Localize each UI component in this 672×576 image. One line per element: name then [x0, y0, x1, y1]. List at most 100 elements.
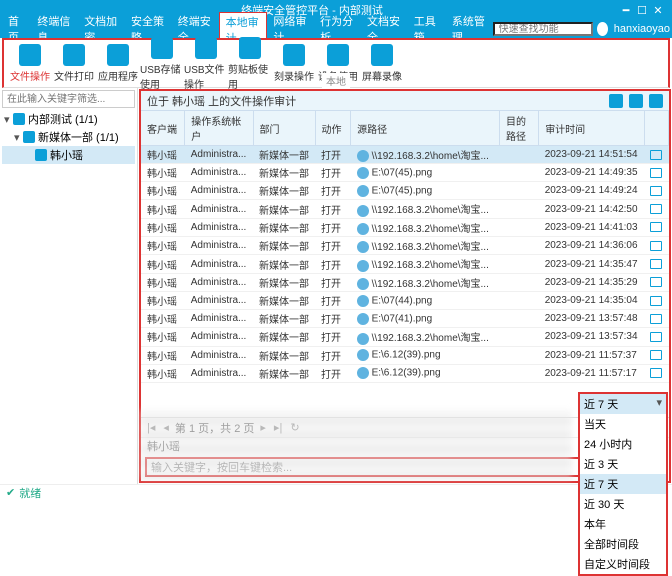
ribbon-USB存储使用[interactable]: USB存储使用: [140, 37, 184, 91]
blurred-content: [140, 410, 572, 480]
monitor-icon[interactable]: [650, 259, 662, 269]
check-icon: ✔: [6, 486, 15, 499]
ribbon-icon: [195, 37, 217, 59]
ribbon-icon: [283, 44, 305, 66]
col-header[interactable]: 客户端: [141, 111, 185, 146]
maximize-button[interactable]: ☐: [634, 4, 650, 17]
monitor-icon[interactable]: [650, 332, 662, 342]
monitor-icon[interactable]: [650, 296, 662, 306]
monitor-icon[interactable]: [650, 204, 662, 214]
tree-node[interactable]: ▾内部测试 (1/1): [2, 110, 135, 128]
table-row[interactable]: 韩小瑶Administra...新媒体一部打开\\192.168.3.2\hom…: [141, 218, 669, 236]
dropdown-item[interactable]: 近 3 天: [580, 454, 666, 474]
quick-search-input[interactable]: [493, 22, 593, 36]
ribbon-icon: [327, 44, 349, 66]
file-icon: [357, 185, 369, 197]
file-icon: [357, 295, 369, 307]
col-header[interactable]: 目的路径: [500, 111, 539, 146]
col-header[interactable]: 部门: [253, 111, 315, 146]
ribbon-应用程序[interactable]: 应用程序: [96, 44, 140, 83]
time-range-dropdown[interactable]: 近 7 天 ▾ 当天24 小时内近 3 天近 7 天近 30 天本年全部时间段自…: [578, 392, 668, 576]
monitor-icon[interactable]: [650, 241, 662, 251]
ribbon-icon: [19, 44, 41, 66]
dropdown-item[interactable]: 24 小时内: [580, 434, 666, 454]
export-icon[interactable]: [649, 94, 663, 108]
ribbon-文件打印[interactable]: 文件打印: [52, 44, 96, 83]
col-header[interactable]: [644, 111, 668, 146]
monitor-icon[interactable]: [650, 150, 662, 160]
dropdown-item[interactable]: 全部时间段: [580, 534, 666, 554]
node-icon: [35, 149, 47, 161]
refresh-icon[interactable]: [629, 94, 643, 108]
avatar[interactable]: [597, 22, 608, 36]
file-icon: [357, 349, 369, 361]
dropdown-header[interactable]: 近 7 天 ▾: [580, 394, 666, 414]
ribbon-icon: [239, 37, 261, 59]
ribbon-icon: [107, 44, 129, 66]
tree-node[interactable]: ▾新媒体一部 (1/1): [2, 128, 135, 146]
col-header[interactable]: 审计时间: [539, 111, 645, 146]
col-header[interactable]: 源路径: [351, 111, 500, 146]
monitor-icon[interactable]: [650, 350, 662, 360]
table-row[interactable]: 韩小瑶Administra...新媒体一部打开\\192.168.3.2\hom…: [141, 237, 669, 255]
file-icon: [357, 223, 369, 235]
table-row[interactable]: 韩小瑶Administra...新媒体一部打开\\192.168.3.2\hom…: [141, 273, 669, 291]
tree-node[interactable]: 韩小瑶: [2, 146, 135, 164]
file-icon: [357, 150, 369, 162]
table-row[interactable]: 韩小瑶Administra...新媒体一部打开E:\07(44).png2023…: [141, 292, 669, 310]
file-icon: [357, 167, 369, 179]
expand-icon[interactable]: ▾: [14, 131, 23, 144]
monitor-icon[interactable]: [650, 186, 662, 196]
ribbon-section-label: 本地: [322, 73, 350, 88]
table-row[interactable]: 韩小瑶Administra...新媒体一部打开E:\07(41).png2023…: [141, 310, 669, 328]
expand-icon[interactable]: ▾: [4, 113, 13, 126]
table-row[interactable]: 韩小瑶Administra...新媒体一部打开\\192.168.3.2\hom…: [141, 146, 669, 164]
node-icon: [23, 131, 35, 143]
table-row[interactable]: 韩小瑶Administra...新媒体一部打开\\192.168.3.2\hom…: [141, 255, 669, 273]
monitor-icon[interactable]: [650, 222, 662, 232]
grid-body: 韩小瑶Administra...新媒体一部打开\\192.168.3.2\hom…: [141, 146, 669, 383]
close-button[interactable]: ✕: [650, 4, 666, 17]
status-bar: ✔ 就绪: [0, 484, 672, 500]
file-icon: [357, 241, 369, 253]
dropdown-list: 当天24 小时内近 3 天近 7 天近 30 天本年全部时间段自定义时间段: [580, 414, 666, 574]
ribbon-USB文件操作[interactable]: USB文件操作: [184, 37, 228, 91]
table-row[interactable]: 韩小瑶Administra...新媒体一部打开\\192.168.3.2\hom…: [141, 200, 669, 218]
ribbon-刻录操作[interactable]: 刻录操作: [272, 44, 316, 83]
table-row[interactable]: 韩小瑶Administra...新媒体一部打开E:\6.12(39).png20…: [141, 346, 669, 364]
ribbon-剪贴板使用[interactable]: 剪贴板使用: [228, 37, 272, 91]
monitor-icon[interactable]: [650, 314, 662, 324]
grid-header: 客户端操作系统帐户部门动作源路径目的路径审计时间: [141, 111, 669, 146]
menu-bar: 首页终端信息文档加密安全策略终端安全本地审计网络审计行为分析文档安全工具箱系统管…: [0, 20, 672, 38]
table-row[interactable]: 韩小瑶Administra...新媒体一部打开E:\07(45).png2023…: [141, 182, 669, 200]
minimize-button[interactable]: ━: [618, 4, 634, 17]
file-icon: [357, 278, 369, 290]
dropdown-item[interactable]: 当天: [580, 414, 666, 434]
ribbon-icon: [63, 44, 85, 66]
monitor-icon[interactable]: [650, 277, 662, 287]
dropdown-item[interactable]: 本年: [580, 514, 666, 534]
node-icon: [13, 113, 25, 125]
org-tree: ▾内部测试 (1/1)▾新媒体一部 (1/1)韩小瑶: [2, 108, 135, 166]
ribbon-文件操作[interactable]: 文件操作: [8, 44, 52, 83]
audit-grid: 客户端操作系统帐户部门动作源路径目的路径审计时间韩小瑶Administra...…: [141, 111, 669, 417]
monitor-icon[interactable]: [650, 368, 662, 378]
username: hanxiaoyao: [614, 23, 670, 35]
copy-icon[interactable]: [609, 94, 623, 108]
dropdown-item[interactable]: 近 30 天: [580, 494, 666, 514]
table-row[interactable]: 韩小瑶Administra...新媒体一部打开E:\07(45).png2023…: [141, 164, 669, 182]
dropdown-item[interactable]: 自定义时间段: [580, 554, 666, 574]
table-row[interactable]: 韩小瑶Administra...新媒体一部打开E:\6.12(39).png20…: [141, 364, 669, 382]
col-header[interactable]: 动作: [315, 111, 351, 146]
monitor-icon[interactable]: [650, 168, 662, 178]
file-icon: [357, 367, 369, 379]
sidebar: ▾内部测试 (1/1)▾新媒体一部 (1/1)韩小瑶: [0, 88, 138, 484]
col-header[interactable]: 操作系统帐户: [185, 111, 253, 146]
dropdown-item[interactable]: 近 7 天: [580, 474, 666, 494]
ribbon-屏幕录像[interactable]: 屏幕录像: [360, 44, 404, 83]
ribbon-icon: [371, 44, 393, 66]
file-icon: [357, 313, 369, 325]
status-text: 就绪: [19, 485, 41, 501]
sidebar-filter-input[interactable]: [2, 90, 135, 108]
table-row[interactable]: 韩小瑶Administra...新媒体一部打开\\192.168.3.2\hom…: [141, 328, 669, 346]
